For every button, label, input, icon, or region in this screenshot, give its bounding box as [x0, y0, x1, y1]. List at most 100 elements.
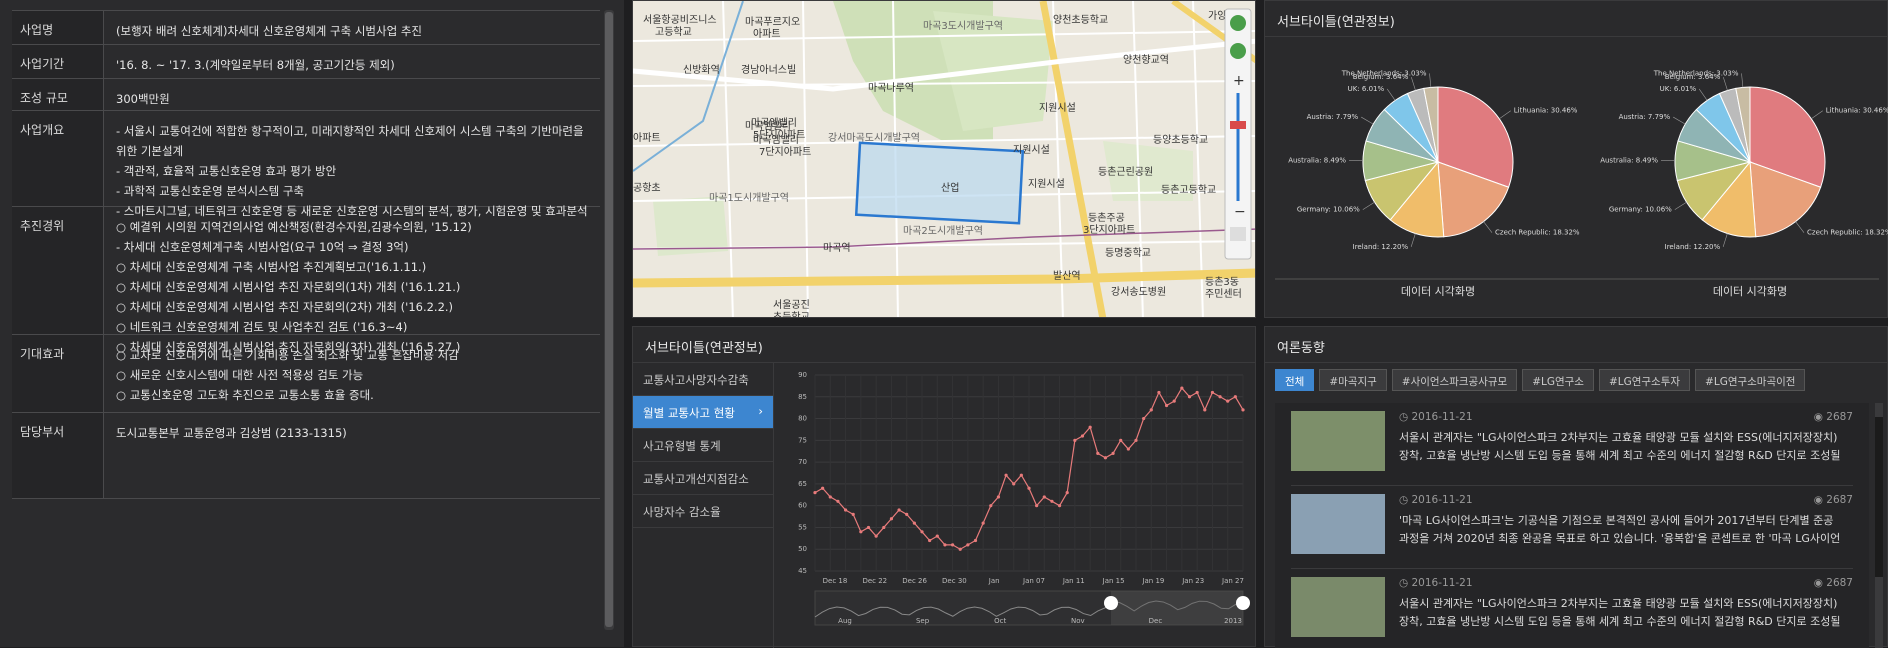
data-point[interactable] — [943, 543, 946, 546]
data-point[interactable] — [1188, 395, 1191, 398]
data-point[interactable] — [1241, 408, 1244, 411]
tag-filter-button[interactable]: #LG연구소 — [1522, 369, 1594, 391]
news-item[interactable]: ◷ 2016-11-21◉ 2687서울시 관계자는 "LG사이언스파크 2차부… — [1291, 569, 1853, 648]
nav-pan-icon[interactable] — [1230, 15, 1246, 31]
data-point[interactable] — [859, 530, 862, 533]
data-point[interactable] — [1196, 391, 1199, 394]
data-point[interactable] — [1119, 439, 1122, 442]
data-point[interactable] — [905, 513, 908, 516]
data-point[interactable] — [882, 526, 885, 529]
data-point[interactable] — [1050, 500, 1053, 503]
news-thumbnail[interactable] — [1291, 494, 1385, 554]
news-view-count: ◉ 2687 — [1814, 577, 1853, 589]
chart-menu-item[interactable]: 교통사고사망자수감축 — [633, 363, 773, 396]
data-point[interactable] — [829, 495, 832, 498]
data-point[interactable] — [1073, 439, 1076, 442]
data-point[interactable] — [813, 491, 816, 494]
navigator-handle-left[interactable] — [1104, 596, 1118, 610]
data-point[interactable] — [897, 508, 900, 511]
data-point[interactable] — [1173, 400, 1176, 403]
data-point[interactable] — [875, 535, 878, 538]
chart-menu-item[interactable]: 사망자수 감소율 — [633, 495, 773, 528]
data-point[interactable] — [1226, 400, 1229, 403]
info-scrollbar[interactable] — [604, 10, 614, 630]
line-chart[interactable]: 45505560657075808590Dec 18Dec 22Dec 26De… — [775, 363, 1255, 648]
news-scrollbar[interactable] — [1875, 403, 1883, 648]
data-point[interactable] — [1020, 474, 1023, 477]
data-point[interactable] — [1218, 395, 1221, 398]
news-text[interactable]: '마곡 LG사이언스파크'는 기공식을 기점으로 본격적인 공사에 들어가 20… — [1399, 512, 1845, 550]
zoom-slider-handle[interactable] — [1230, 121, 1246, 129]
tag-filter-button[interactable]: #마곡지구 — [1319, 369, 1386, 391]
data-point[interactable] — [1127, 447, 1130, 450]
zoom-in-icon[interactable]: + — [1233, 73, 1245, 89]
data-point[interactable] — [1089, 426, 1092, 429]
data-point[interactable] — [1150, 408, 1153, 411]
chart-menu-item[interactable]: 월별 교통사고 현황› — [633, 396, 773, 429]
data-point[interactable] — [1066, 491, 1069, 494]
chart-menu-item[interactable]: 교통사고개선지점감소 — [633, 462, 773, 495]
data-point[interactable] — [951, 543, 954, 546]
tag-filter-button[interactable]: #LG연구소마곡이전 — [1695, 369, 1805, 391]
data-point[interactable] — [1027, 487, 1030, 490]
measure-icon[interactable] — [1230, 227, 1246, 241]
data-point[interactable] — [1004, 474, 1007, 477]
tag-filter-button[interactable]: #LG연구소투자 — [1599, 369, 1690, 391]
data-point[interactable] — [1165, 404, 1168, 407]
data-point[interactable] — [1203, 408, 1206, 411]
data-point[interactable] — [989, 504, 992, 507]
data-point[interactable] — [852, 513, 855, 516]
data-point[interactable] — [1142, 417, 1145, 420]
info-line: ○ 교통신호운영 고도화 추진으로 교통소통 효율 증대. — [116, 385, 588, 405]
data-point[interactable] — [1134, 439, 1137, 442]
data-point[interactable] — [1180, 386, 1183, 389]
data-point[interactable] — [928, 539, 931, 542]
data-point[interactable] — [821, 487, 824, 490]
data-point[interactable] — [982, 521, 985, 524]
data-point[interactable] — [1012, 482, 1015, 485]
news-thumbnail[interactable] — [1291, 577, 1385, 637]
data-point[interactable] — [920, 530, 923, 533]
data-point[interactable] — [1081, 434, 1084, 437]
data-point[interactable] — [966, 543, 969, 546]
data-point[interactable] — [1234, 395, 1237, 398]
data-point[interactable] — [936, 535, 939, 538]
map-panel[interactable]: 서울항공비즈니스고등학교마곡푸르지오아파트마곡3도시개발구역양천초등학교가양양천… — [632, 0, 1256, 318]
news-text[interactable]: 서울시 관계자는 "LG사이언스파크 2차부지는 고효율 태양광 모듈 설치와 … — [1399, 595, 1845, 633]
data-point[interactable] — [974, 539, 977, 542]
info-scrollbar-thumb[interactable] — [605, 12, 613, 627]
data-point[interactable] — [1157, 391, 1160, 394]
pie-label: Australia: 8.49% — [1288, 156, 1346, 164]
data-point[interactable] — [1104, 456, 1107, 459]
news-text[interactable]: 서울시 관계자는 "LG사이언스파크 2차부지는 고효율 태양광 모듈 설치와 … — [1399, 429, 1845, 467]
navigator-handle-right[interactable] — [1236, 596, 1250, 610]
info-row: 추진경위○ 예결위 시의원 지역건의사업 예산책정(환경수자원,김광수의원, '… — [12, 207, 600, 335]
data-point[interactable] — [913, 521, 916, 524]
project-area-highlight[interactable] — [856, 143, 1023, 223]
news-scrollbar-thumb[interactable] — [1875, 417, 1883, 577]
data-point[interactable] — [1111, 452, 1114, 455]
data-point[interactable] — [844, 508, 847, 511]
news-item[interactable]: ◷ 2016-11-21◉ 2687'마곡 LG사이언스파크'는 기공식을 기점… — [1291, 486, 1853, 569]
chart-menu-item[interactable]: 사고유형별 통계 — [633, 429, 773, 462]
data-point[interactable] — [1043, 495, 1046, 498]
data-point[interactable] — [1096, 452, 1099, 455]
map-label: 마곡역 — [823, 242, 851, 254]
zoom-out-icon[interactable]: − — [1234, 204, 1246, 220]
data-point[interactable] — [1058, 504, 1061, 507]
data-point[interactable] — [890, 517, 893, 520]
location-icon[interactable] — [1230, 43, 1246, 59]
tag-filter-button[interactable]: #사이언스파크공사규모 — [1392, 369, 1517, 391]
data-point[interactable] — [959, 548, 962, 551]
data-point[interactable] — [997, 495, 1000, 498]
news-thumbnail[interactable] — [1291, 411, 1385, 471]
info-row-value: - 서울시 교통여건에 적합한 항구적이고, 미래지향적인 차세대 신호제어 시… — [104, 111, 600, 206]
news-item[interactable]: ◷ 2016-11-21◉ 2687서울시 관계자는 "LG사이언스파크 2차부… — [1291, 403, 1853, 486]
data-point[interactable] — [836, 500, 839, 503]
zoom-control[interactable]: + − — [1225, 9, 1251, 259]
data-point[interactable] — [1211, 391, 1214, 394]
tag-filter-button[interactable]: 전체 — [1275, 369, 1314, 391]
map-canvas[interactable]: 서울항공비즈니스고등학교마곡푸르지오아파트마곡3도시개발구역양천초등학교가양양천… — [633, 1, 1256, 318]
data-point[interactable] — [1035, 504, 1038, 507]
data-point[interactable] — [867, 526, 870, 529]
